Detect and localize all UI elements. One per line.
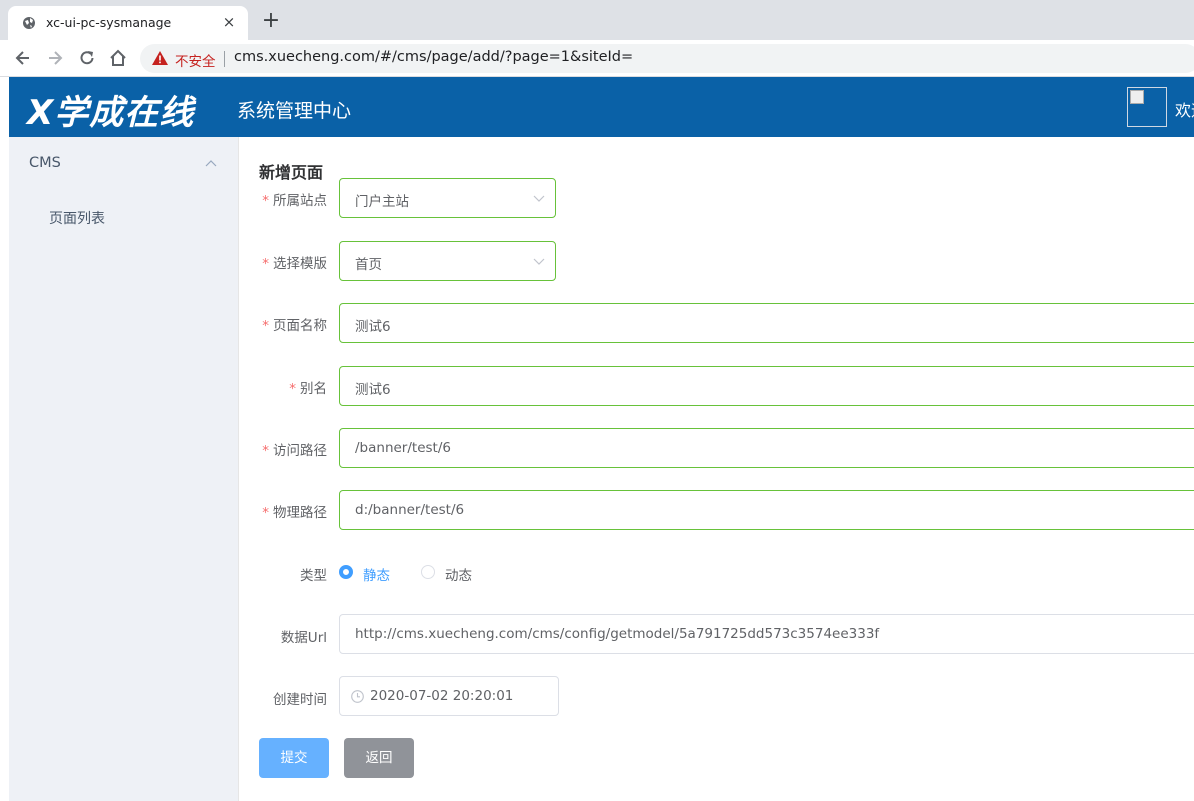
data-url-label: 数据Url [280,630,327,646]
sidebar-menu-cms[interactable]: CMS [29,155,61,171]
radio-checked-icon [339,565,353,579]
url-text[interactable]: cms.xuecheng.com/#/cms/page/add/?page=1&… [234,49,633,65]
browser-tab[interactable]: xc-ui-pc-sysmanage × [8,6,248,40]
template-select[interactable]: 首页 [339,241,556,281]
data-url-input[interactable]: http://cms.xuecheng.com/cms/config/getmo… [339,614,1194,654]
chevron-down-icon [533,195,545,202]
physical-path-label: * 物理路径 [262,505,327,521]
browser-toolbar: 不安全 cms.xuecheng.com/#/cms/page/add/?pag… [0,40,1194,77]
globe-icon [23,17,35,29]
web-path-input[interactable]: /banner/test/6 [339,428,1194,468]
submit-button[interactable]: 提交 [259,738,329,778]
broken-image-icon [1130,90,1144,104]
type-label: 类型 [300,568,327,584]
tab-title: xc-ui-pc-sysmanage [46,15,172,30]
home-icon[interactable] [108,48,128,68]
avatar[interactable] [1127,87,1167,127]
warning-icon [152,51,168,65]
chevron-down-icon [533,258,545,265]
web-path-label: * 访问路径 [262,443,327,459]
app-header: X学成在线 系统管理中心 欢迎 [9,77,1194,137]
tab-close-icon[interactable]: × [220,13,238,31]
logo: X学成在线 [27,93,195,133]
chevron-up-icon[interactable] [205,159,217,167]
page-title: 新增页面 [259,163,324,182]
reload-icon[interactable] [77,48,97,68]
create-time-label: 创建时间 [273,692,327,708]
site-select[interactable]: 门户主站 [339,178,556,218]
back-arrow-icon[interactable] [13,48,33,68]
new-tab-button[interactable]: + [260,10,282,32]
radio-unchecked-icon [421,565,435,579]
clock-icon [351,690,364,703]
template-label: * 选择模版 [262,256,327,272]
sidebar-item-page-list[interactable]: 页面列表 [49,208,105,228]
sidebar: CMS 页面列表 [9,137,239,801]
alias-label: * 别名 [289,381,327,397]
page-name-label: * 页面名称 [262,318,327,334]
omnibox-divider [224,51,225,67]
forward-arrow-icon[interactable] [45,48,65,68]
page-name-input[interactable]: 测试6 [339,303,1194,343]
address-bar[interactable]: 不安全 cms.xuecheng.com/#/cms/page/add/?pag… [140,44,1194,73]
page-add-form: 新增页面 * 所属站点 门户主站 * 选择模版 首页 * 页面名称 测试6 * 别名 测… [239,137,1194,801]
site-label: * 所属站点 [262,193,327,209]
header-subtitle: 系统管理中心 [237,100,352,122]
browser-tabstrip: xc-ui-pc-sysmanage × + [0,0,1194,40]
alias-input[interactable]: 测试6 [339,366,1194,406]
create-time-picker[interactable]: 2020-07-02 20:20:01 [339,676,559,716]
physical-path-input[interactable]: d:/banner/test/6 [339,490,1194,530]
welcome-text: 欢迎 [1175,101,1194,120]
insecure-label[interactable]: 不安全 [175,50,216,70]
back-button[interactable]: 返回 [344,738,414,778]
